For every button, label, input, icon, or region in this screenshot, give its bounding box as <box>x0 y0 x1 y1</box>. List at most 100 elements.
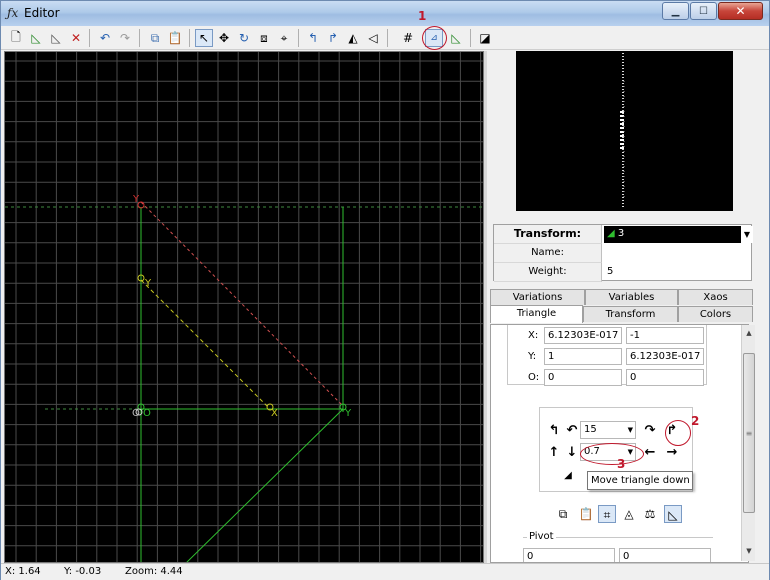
o-b-field[interactable]: 0 <box>626 369 704 386</box>
scroll-down-icon[interactable]: ▼ <box>743 545 755 557</box>
tab-variations[interactable]: Variations <box>490 289 585 305</box>
tab-variables[interactable]: Variables <box>585 289 678 305</box>
copy-icon[interactable]: ⧉ <box>146 29 164 47</box>
x-a-field[interactable]: 6.12303E-017 <box>544 327 622 344</box>
y-b-field[interactable]: 6.12303E-017 <box>626 348 704 365</box>
toolbar-separator <box>139 29 140 47</box>
fit-icon[interactable]: ⌗ <box>598 505 616 523</box>
selected-triangle-edge <box>140 279 271 410</box>
name-row: Name: <box>494 244 751 263</box>
y-a-field[interactable]: 1 <box>544 348 622 365</box>
rotate-cw-icon[interactable]: ↱ <box>324 29 342 47</box>
weight-field[interactable]: 5 <box>604 264 751 281</box>
scale-icon[interactable]: ◢ <box>560 468 576 484</box>
scroll-up-icon[interactable]: ▲ <box>743 327 755 339</box>
rotate-ccw-icon[interactable]: ↶ <box>564 423 580 439</box>
copy-triangle-icon[interactable]: ⧉ <box>554 505 572 523</box>
pivot-label: Pivot <box>527 531 556 542</box>
annotation-number-1: 1 <box>418 9 427 23</box>
grid-icon[interactable]: # <box>399 29 417 47</box>
flip-v-icon[interactable]: ◁ <box>364 29 382 47</box>
chevron-down-icon[interactable]: ▼ <box>741 226 753 243</box>
move-right-icon[interactable]: → <box>664 445 680 461</box>
move-icon[interactable]: ✥ <box>215 29 233 47</box>
rotate-angle-combo[interactable]: 15 ▼ <box>580 421 636 439</box>
triangle-canvas[interactable]: Y Y X Y O O <box>4 51 484 563</box>
y-coord-label: Y: <box>528 351 537 362</box>
toolbar: 🗋 ◺ ◺ ✕ ↶ ↷ ⧉ 📋 ↖ ✥ ↻ ⧈ ⌖ ↰ ↱ ◭ ◁ # ⊿ ◺ … <box>1 26 769 50</box>
annotation-number-3: 3 <box>617 457 626 471</box>
annotation-number-2: 2 <box>691 414 700 428</box>
transform-row: Transform: ◢ 3 ▼ <box>494 225 753 244</box>
delete-icon[interactable]: ✕ <box>67 29 85 47</box>
add-icon[interactable]: ◺ <box>27 29 45 47</box>
toolbar-separator <box>470 29 471 47</box>
maximize-button[interactable]: ☐ <box>690 2 717 20</box>
shear-icon[interactable]: ◬ <box>620 505 638 523</box>
duplicate-icon[interactable]: ◺ <box>47 29 65 47</box>
canvas-grid <box>5 52 483 562</box>
close-icon: ✕ <box>735 4 746 18</box>
annotation-circle-3 <box>580 443 644 465</box>
paste-icon[interactable]: 📋 <box>166 29 184 47</box>
rotate-ccw-90-icon[interactable]: ↰ <box>546 423 562 439</box>
canvas-graphics: Y Y X Y O O <box>5 52 483 562</box>
pivot-b-field[interactable]: 0 <box>619 548 711 562</box>
tab-strip: Variations Variables Xaos Triangle Trans… <box>490 289 753 325</box>
minimize-button[interactable]: ▁ <box>662 2 689 20</box>
tab-xaos[interactable]: Xaos <box>678 289 753 305</box>
redo-icon[interactable]: ↷ <box>116 29 134 47</box>
fx-icon: ƒx <box>7 6 19 20</box>
reset-icon[interactable]: ◪ <box>476 29 494 47</box>
transform-properties: Transform: ◢ 3 ▼ Name: Weight: 5 <box>493 224 753 282</box>
rotate-ccw-icon[interactable]: ↰ <box>304 29 322 47</box>
reference-y-label: Y <box>132 194 140 205</box>
move-left-icon[interactable]: ← <box>642 445 658 461</box>
tab-page-scrollbar[interactable]: ▲ ≡ ▼ <box>741 325 755 561</box>
name-field[interactable] <box>604 245 751 262</box>
x-label: X <box>271 408 278 419</box>
tab-transform[interactable]: Transform <box>583 306 678 322</box>
rotate-icon[interactable]: ↻ <box>235 29 253 47</box>
flip-h-icon[interactable]: ◭ <box>344 29 362 47</box>
tab-triangle[interactable]: Triangle <box>490 305 583 323</box>
rotate-cw-icon[interactable]: ↷ <box>642 423 658 439</box>
preview-image <box>620 53 625 209</box>
balance-icon[interactable]: ⚖ <box>641 505 659 523</box>
transform-select[interactable]: ◢ 3 <box>604 226 751 243</box>
tooltip: Move triangle down <box>587 471 693 490</box>
coordinates-group: X: 6.12303E-017 -1 Y: 1 6.12303E-017 O: … <box>507 325 707 386</box>
annotation-circle-2 <box>665 420 691 446</box>
scale-icon[interactable]: ⧈ <box>255 29 273 47</box>
editor-window: ƒx Editor ▁ ☐ ✕ 🗋 ◺ ◺ ✕ ↶ ↷ ⧉ 📋 ↖ ✥ ↻ ⧈ … <box>0 0 770 580</box>
pan-icon[interactable]: ⌖ <box>275 29 293 47</box>
post-transform-icon[interactable]: ◺ <box>664 505 682 523</box>
y-ref-label: Y <box>344 408 352 419</box>
annotation-circle-1 <box>422 26 447 50</box>
close-button[interactable]: ✕ <box>718 2 763 20</box>
status-zoom: Zoom: 4.44 <box>125 566 183 577</box>
tab-colors[interactable]: Colors <box>678 306 753 322</box>
o-coord-label: O: <box>528 372 540 383</box>
window-title: Editor <box>24 6 60 20</box>
pivot-a-field[interactable]: 0 <box>523 548 615 562</box>
move-up-icon[interactable]: ↑ <box>546 445 562 461</box>
weight-label: Weight: <box>494 263 602 282</box>
x-b-field[interactable]: -1 <box>626 327 704 344</box>
toolbar-separator <box>387 29 388 47</box>
o-a-field[interactable]: 0 <box>544 369 622 386</box>
transform-value: 3 <box>617 228 625 239</box>
chevron-down-icon: ▼ <box>627 426 633 434</box>
y-label: Y <box>144 278 152 289</box>
o-label: O <box>143 408 151 419</box>
scroll-thumb[interactable]: ≡ <box>743 353 755 513</box>
new-icon[interactable]: 🗋 <box>7 29 25 47</box>
final-transform-icon[interactable]: ◺ <box>447 29 465 47</box>
paste-triangle-icon[interactable]: 📋 <box>577 505 595 523</box>
move-down-icon[interactable]: ↓ <box>564 445 580 461</box>
transform-label: Transform: <box>494 225 602 244</box>
select-icon[interactable]: ↖ <box>195 29 213 47</box>
undo-icon[interactable]: ↶ <box>96 29 114 47</box>
title-bar: ƒx Editor ▁ ☐ ✕ <box>1 1 769 26</box>
pivot-group: Pivot 0 0 <box>523 531 713 562</box>
